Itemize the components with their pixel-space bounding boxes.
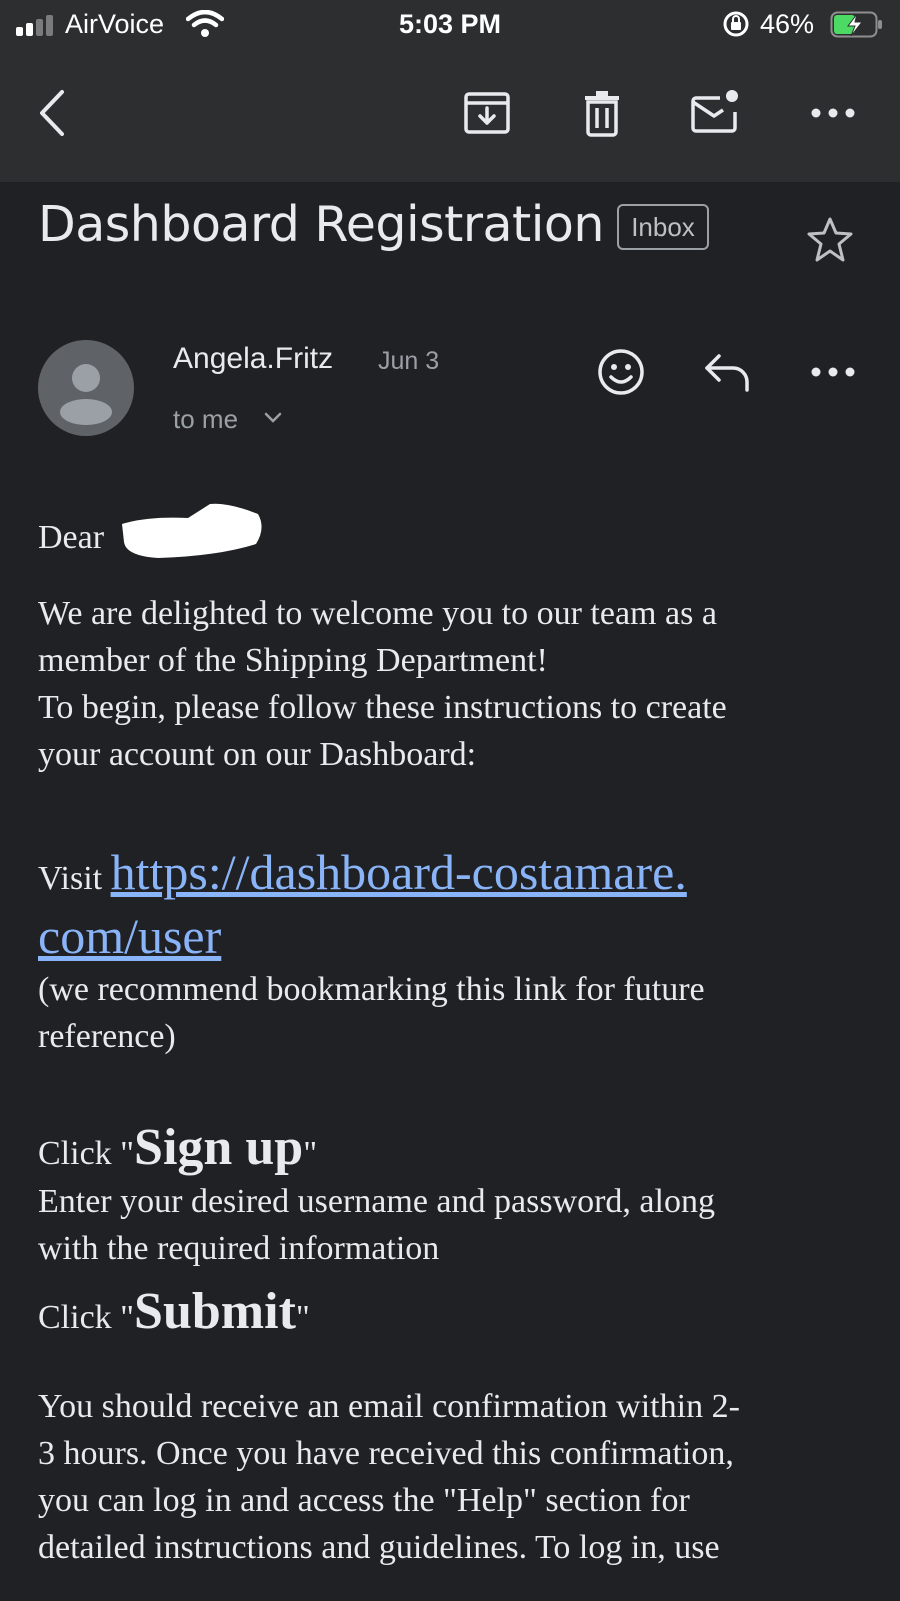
visit-line: Visit https://dashboard-costamare. — [38, 836, 848, 915]
star-icon[interactable] — [805, 215, 855, 265]
signup-action: Sign up — [134, 1119, 304, 1176]
click-suffix: " — [295, 1299, 310, 1336]
link-continuation: com/user — [38, 906, 848, 973]
lock-rotation-icon — [723, 11, 749, 37]
emoji-icon[interactable] — [596, 347, 646, 397]
submit-action: Submit — [134, 1283, 296, 1340]
more-icon[interactable] — [808, 352, 858, 392]
battery-icon — [830, 11, 882, 38]
dashboard-link[interactable]: https://dashboard-costamare. — [111, 844, 687, 900]
bookmark-note: reference) — [38, 1018, 176, 1055]
email-date: Jun 3 — [378, 347, 440, 375]
intro-line: To begin, please follow these instructio… — [38, 689, 727, 726]
mark-unread-icon[interactable] — [690, 88, 740, 138]
click-prefix: Click " — [38, 1299, 135, 1336]
archive-icon[interactable] — [462, 88, 512, 138]
more-icon[interactable] — [808, 88, 858, 138]
confirmation-text: detailed instructions and guidelines. To… — [38, 1529, 720, 1566]
trash-icon[interactable] — [577, 88, 627, 138]
sender-name[interactable]: Angela.Fritz — [173, 342, 333, 376]
enter-instructions: with the required information — [38, 1230, 440, 1267]
intro-line: your account on our Dashboard: — [38, 736, 477, 773]
confirmation-text: You should receive an email confirmation… — [38, 1388, 740, 1425]
recipient-line[interactable]: to me — [173, 404, 238, 435]
redaction-mark — [122, 503, 262, 558]
inbox-label[interactable]: Inbox — [617, 204, 709, 250]
top-bar: AirVoice 5:03 PM 46% — [0, 0, 900, 182]
intro-line: We are delighted to welcome you to our t… — [38, 595, 717, 632]
avatar-icon[interactable] — [38, 340, 134, 436]
bookmark-note: (we recommend bookmarking this link for … — [38, 971, 705, 1008]
confirmation-text: 3 hours. Once you have received this con… — [38, 1435, 734, 1472]
confirmation-text: you can log in and access the "Help" sec… — [38, 1482, 690, 1519]
email-subject: Dashboard Registration — [38, 196, 604, 253]
reply-icon[interactable] — [703, 350, 753, 394]
enter-instructions: Enter your desired username and password… — [38, 1183, 715, 1220]
click-suffix: " — [303, 1135, 318, 1172]
visit-label: Visit — [38, 860, 103, 897]
click-prefix: Click " — [38, 1135, 135, 1172]
intro-line: member of the Shipping Department! — [38, 642, 548, 679]
back-icon[interactable] — [30, 88, 80, 138]
click-submit-line: Click "Submit" — [38, 1276, 848, 1354]
battery-percentage: 46% — [760, 9, 815, 39]
chevron-down-icon[interactable] — [263, 410, 283, 426]
dashboard-link[interactable]: com/user — [38, 908, 221, 964]
status-bar: AirVoice 5:03 PM 46% — [0, 0, 900, 50]
